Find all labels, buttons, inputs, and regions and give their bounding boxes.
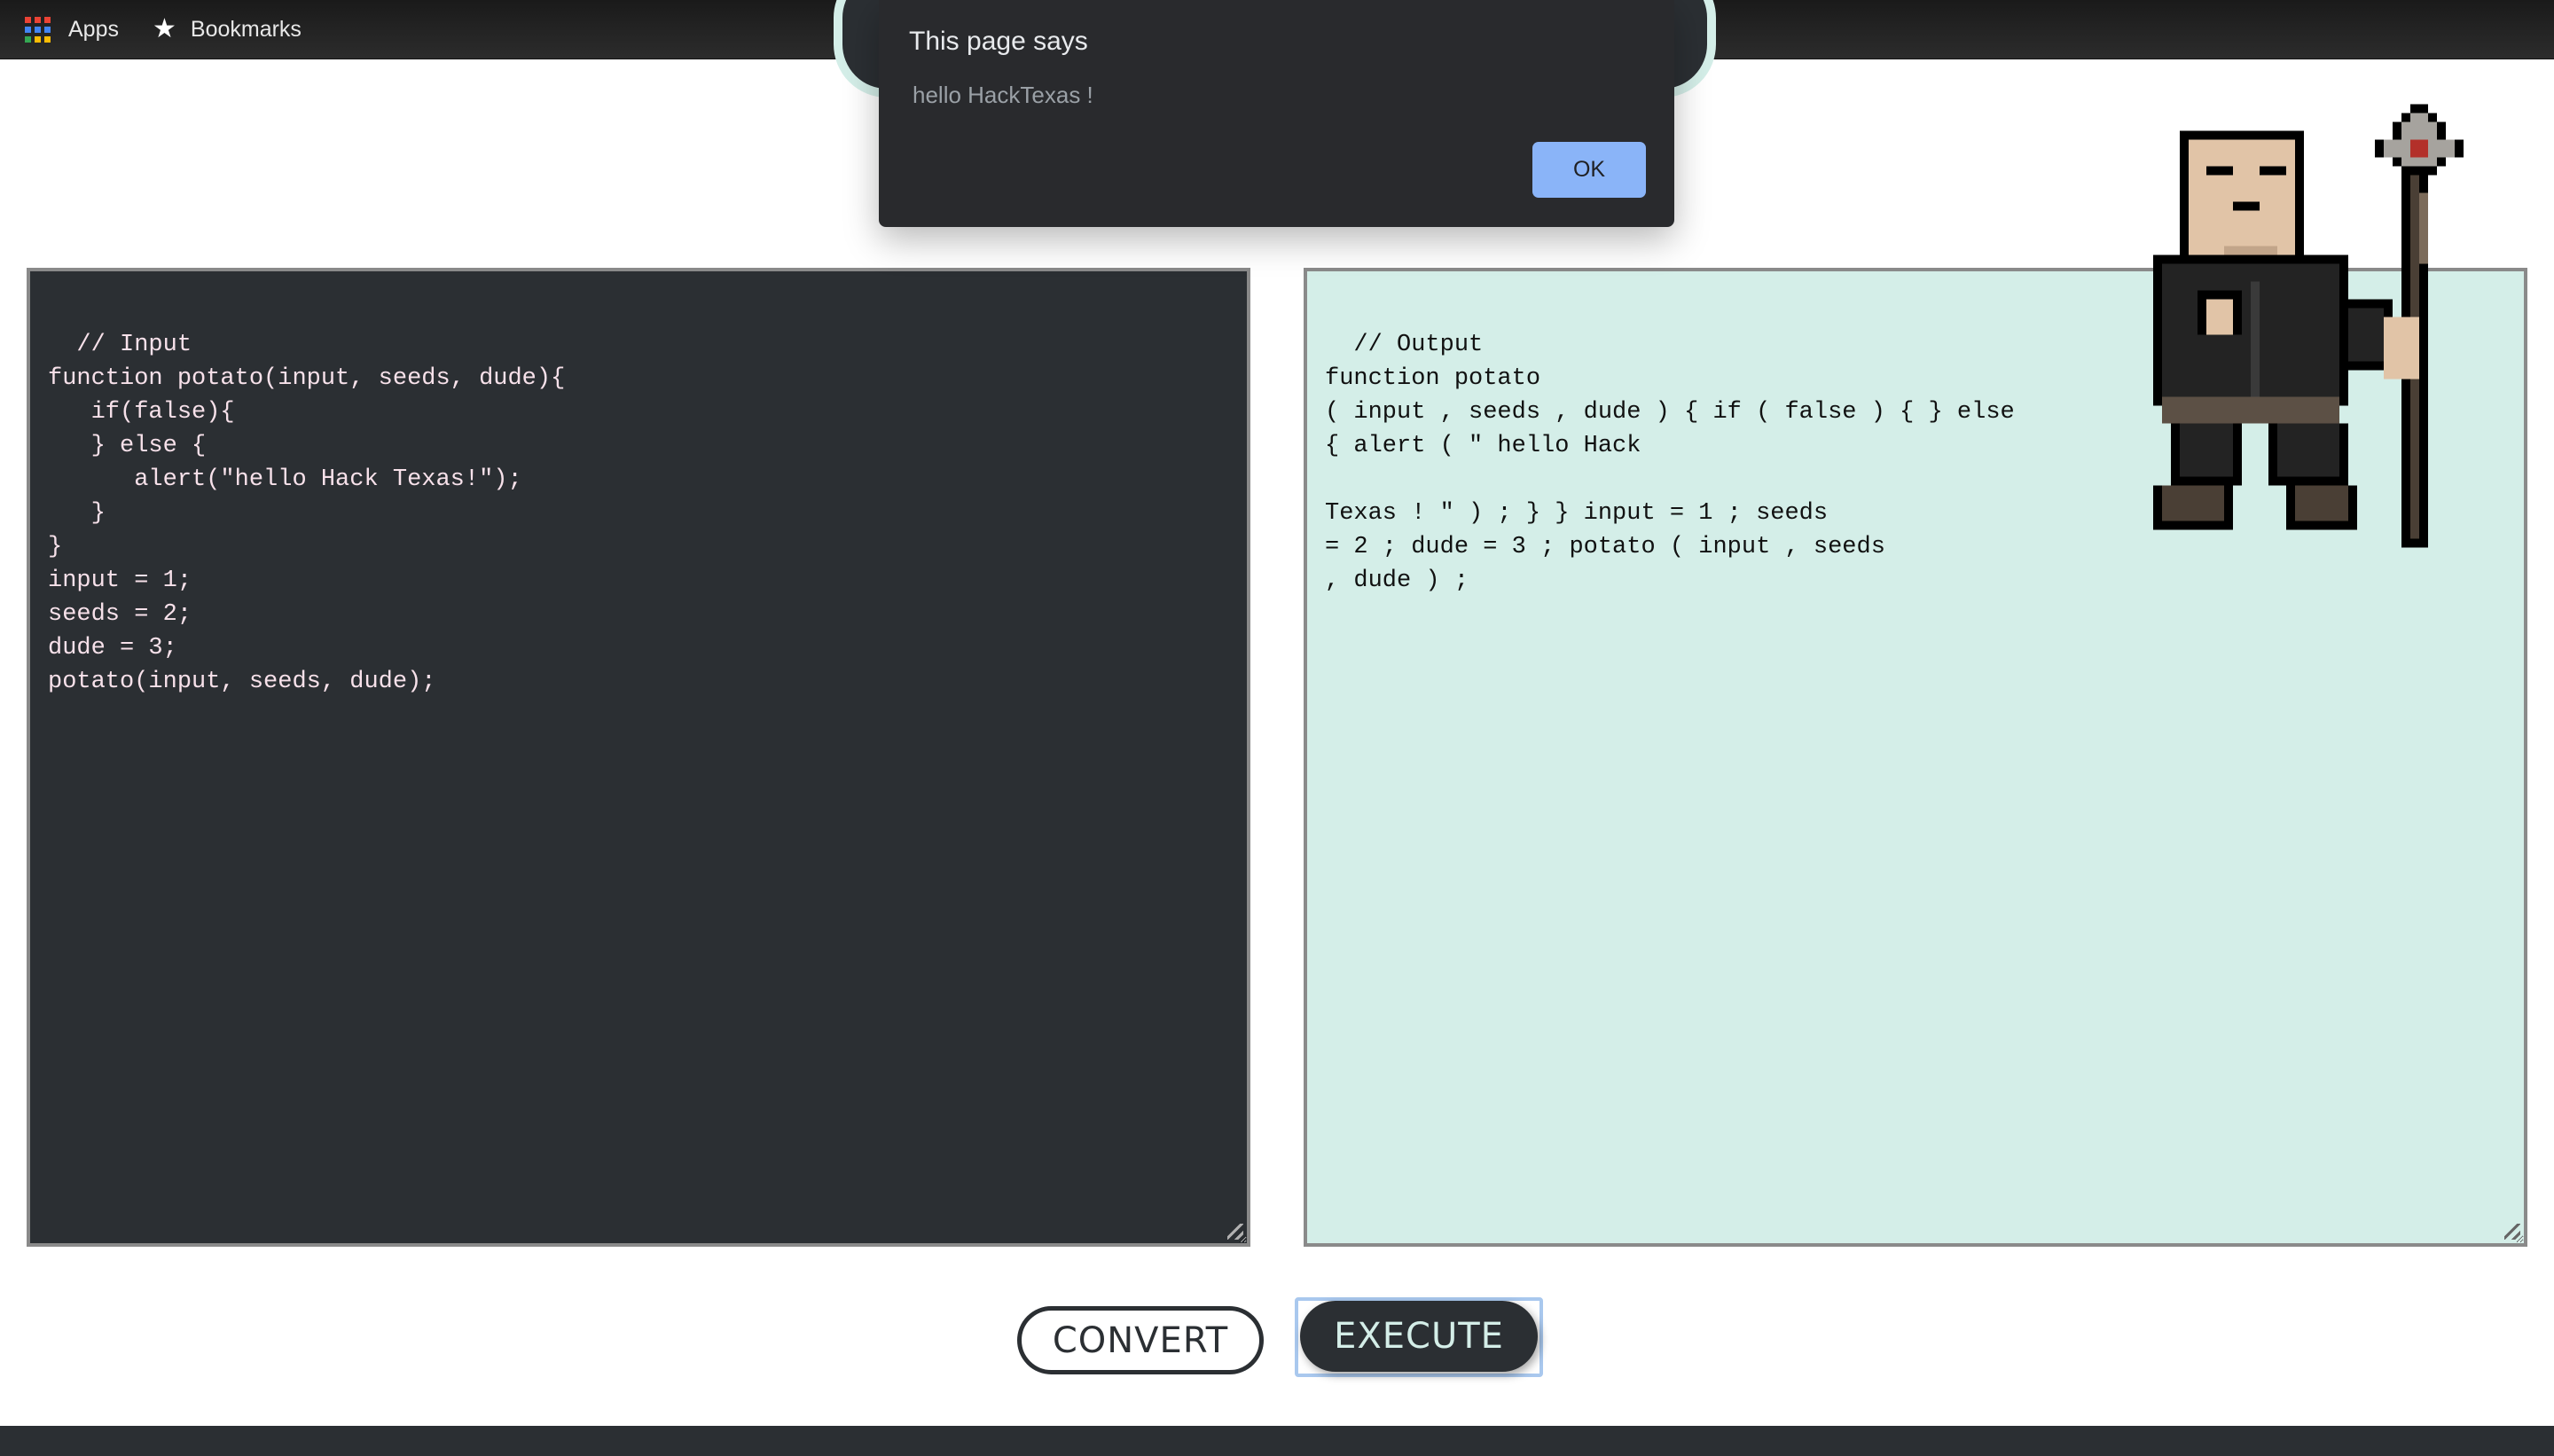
apps-label: Apps — [68, 16, 119, 42]
apps-grid-dot — [44, 26, 51, 33]
star-icon: ★ — [152, 14, 176, 43]
bookmark-apps[interactable]: Apps — [25, 16, 119, 43]
bookmark-bookmarks[interactable]: ★ Bookmarks — [153, 16, 302, 43]
dialog-message: hello HackTexas ! — [913, 82, 1093, 108]
input-code-textarea[interactable]: // Input function potato(input, seeds, d… — [27, 268, 1250, 1247]
input-code-text: // Input function potato(input, seeds, d… — [48, 332, 566, 695]
apps-grid-dot — [25, 35, 31, 43]
apps-grid-icon — [25, 16, 51, 43]
execute-button[interactable]: EXECUTE — [1300, 1301, 1538, 1372]
cloak — [2153, 254, 2419, 406]
pixel-wizard-with-staff-icon — [2153, 104, 2464, 548]
resize-handle-icon[interactable] — [1227, 1224, 1243, 1240]
apps-grid-dot — [35, 35, 41, 43]
legs — [2153, 423, 2357, 530]
apps-grid-dot — [25, 26, 31, 33]
resize-handle-icon[interactable] — [2504, 1224, 2520, 1240]
ok-button[interactable]: OK — [1532, 142, 1646, 198]
belt — [2162, 396, 2339, 424]
apps-grid-dot — [25, 16, 31, 23]
head — [2180, 130, 2304, 273]
apps-grid-dot — [35, 26, 41, 33]
staff-head — [2375, 104, 2464, 176]
output-code-text: // Output function potato ( input , seed… — [1325, 332, 2015, 594]
apps-grid-dot — [44, 35, 51, 43]
apps-grid-dot — [35, 16, 41, 23]
bookmarks-label: Bookmarks — [190, 16, 302, 42]
convert-button[interactable]: CONVERT — [1017, 1306, 1264, 1374]
dialog-title: This page says — [909, 27, 1088, 56]
alert-dialog: This page says hello HackTexas ! OK — [879, 0, 1674, 227]
footer — [0, 1426, 2554, 1456]
apps-grid-dot — [44, 16, 51, 23]
